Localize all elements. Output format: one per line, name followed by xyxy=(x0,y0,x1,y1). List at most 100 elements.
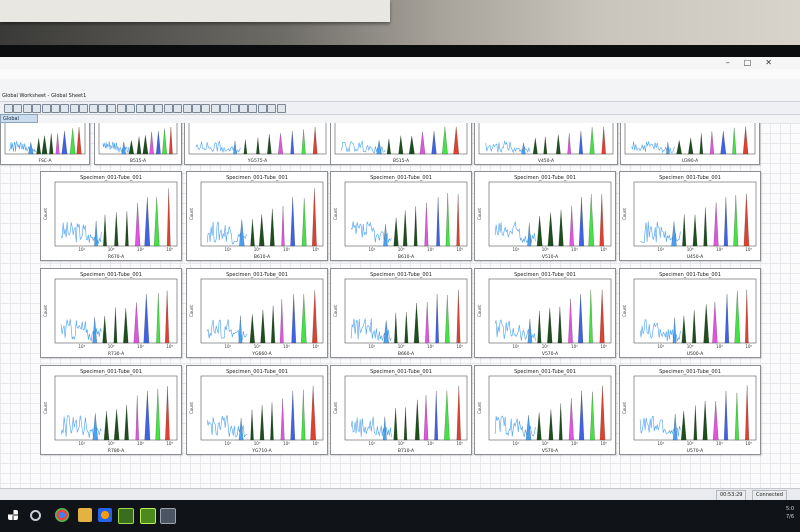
histogram-peak xyxy=(589,391,595,441)
histogram-plot[interactable]: 10² 10³ 10⁴ 10⁵ Count Specimen_001-Tube_001 B6… xyxy=(186,171,328,261)
toolbar-new-button[interactable] xyxy=(4,104,13,113)
histogram-plot-partial[interactable]: U390-A xyxy=(620,123,760,165)
toolbar-italic-button[interactable] xyxy=(229,104,239,113)
histogram-plot-partial[interactable]: V450-A xyxy=(474,123,618,165)
y-axis-label: Count xyxy=(333,402,338,414)
histogram-svg: 10² 10³ 10⁴ 10⁵ Count Specimen_001-Tube_001 YG… xyxy=(189,369,324,454)
toolbar-copy-button[interactable] xyxy=(51,104,60,113)
y-axis-label: Count xyxy=(622,208,627,220)
histogram-plot-partial[interactable]: B515-A xyxy=(94,123,182,165)
histogram-plot[interactable]: 10² 10³ 10⁴ 10⁵ Count Specimen_001-Tube_001 YG… xyxy=(186,365,328,455)
x-tick-label: 10⁵ xyxy=(600,441,607,446)
toolbar-grid-button[interactable] xyxy=(210,104,220,113)
app-icon[interactable] xyxy=(98,508,112,522)
toolbar-zoom-button[interactable] xyxy=(88,104,98,113)
toolbar-save-button[interactable] xyxy=(267,104,277,113)
histogram-plot[interactable]: 10² 10³ 10⁴ 10⁵ Count Specimen_001-Tube_001 V5… xyxy=(474,171,616,261)
y-axis-label: Count xyxy=(189,208,194,220)
histogram-plot[interactable]: 10² 10³ 10⁴ 10⁵ Count Specimen_001-Tube_001 YG… xyxy=(186,268,328,358)
minimize-button[interactable]: – xyxy=(726,58,744,67)
toolbar-align-button[interactable] xyxy=(239,104,248,113)
toolbar-undo-button[interactable] xyxy=(69,104,79,113)
x-tick-label: 10⁵ xyxy=(745,441,752,446)
histogram-plot[interactable]: 10² 10³ 10⁴ 10⁵ Count Specimen_001-Tube_001 U4… xyxy=(619,171,761,261)
histogram-plot[interactable]: 10² 10³ 10⁴ 10⁵ Count Specimen_001-Tube_001 V5… xyxy=(474,365,616,455)
toolbar-print-button[interactable] xyxy=(276,104,286,113)
histogram-plot[interactable]: 10² 10³ 10⁴ 10⁵ Count Specimen_001-Tube_001 B6… xyxy=(330,171,472,261)
toolbar-text-button[interactable] xyxy=(182,104,192,113)
toolbar-gate-quad-button[interactable] xyxy=(163,104,173,113)
histogram-peak xyxy=(243,139,248,155)
x-tick-label: 10³ xyxy=(542,344,549,349)
histogram-plot[interactable]: 10² 10³ 10⁴ 10⁵ Count Specimen_001-Tube_001 U5… xyxy=(619,268,761,358)
chrome-icon[interactable] xyxy=(55,508,69,522)
histogram-plot[interactable]: 10² 10³ 10⁴ 10⁵ Count Specimen_001-Tube_001 U5… xyxy=(619,365,761,455)
x-axis-label: U570-A xyxy=(687,448,704,454)
file-explorer-icon[interactable] xyxy=(78,508,92,522)
x-tick-label: 10⁵ xyxy=(745,247,752,252)
x-tick-label: 10³ xyxy=(687,344,694,349)
histogram-peak xyxy=(312,126,318,155)
histogram-peak xyxy=(434,390,439,441)
histogram-plot-partial[interactable]: YG575-A xyxy=(184,123,331,165)
maximize-button[interactable]: □ xyxy=(744,58,766,67)
toolbar-histogram-button[interactable] xyxy=(107,104,117,113)
toolbar-cut-button[interactable] xyxy=(41,104,51,113)
y-axis-label: Count xyxy=(189,305,194,317)
histogram-peak xyxy=(256,137,260,155)
histogram-peak xyxy=(156,131,161,155)
toolbar-snap-button[interactable] xyxy=(135,104,145,113)
histogram-peak xyxy=(291,294,297,344)
toolbar-arrow-button[interactable] xyxy=(192,104,201,113)
histogram-peak xyxy=(588,194,595,247)
toolbar-bold-button[interactable] xyxy=(220,104,230,113)
windows-start-icon[interactable] xyxy=(8,510,18,520)
histogram-plot[interactable]: 10² 10³ 10⁴ 10⁵ Count Specimen_001-Tube_001 B7… xyxy=(330,365,472,455)
histogram-peak xyxy=(548,409,554,441)
window-app-icon[interactable] xyxy=(160,508,176,524)
plot-title: Specimen_001-Tube_001 xyxy=(80,272,142,278)
toolbar-dot-plot-button[interactable] xyxy=(98,104,107,113)
x-tick-label: 10³ xyxy=(254,441,261,446)
toolbar-contour-button[interactable] xyxy=(116,104,126,113)
system-clock: 5:0 7/6 xyxy=(786,505,794,521)
x-axis-label: V570-A xyxy=(542,351,559,357)
tab-global-sheet1[interactable]: Global Sheet1 xyxy=(0,114,38,131)
histogram-peak xyxy=(537,311,542,344)
toolbar-new-button[interactable] xyxy=(248,104,258,113)
toolbar-gate-interval-button[interactable] xyxy=(173,104,183,113)
facsdiva-active-icon[interactable] xyxy=(140,508,156,524)
histogram-plot[interactable]: 10² 10³ 10⁴ 10⁵ Count Specimen_001-Tube_001 V5… xyxy=(474,268,616,358)
histogram-plot-partial[interactable]: FSC-A xyxy=(0,123,90,165)
toolbar-save-button[interactable] xyxy=(22,104,32,113)
toolbar-gate-rect-button[interactable] xyxy=(145,104,154,113)
histogram-peak xyxy=(125,211,129,247)
worksheet-canvas[interactable]: FSC-A B515-A YG575-A B515-A V450-A U390-A 10² 1… xyxy=(0,123,800,518)
histogram-plot[interactable]: 10² 10³ 10⁴ 10⁵ Count Specimen_001-Tube_001 R6… xyxy=(40,171,182,261)
plot-title: Specimen_001-Tube_001 xyxy=(659,369,721,375)
x-tick-label: 10⁵ xyxy=(166,247,173,252)
toolbar-open-button[interactable] xyxy=(13,104,23,113)
toolbar-print-button[interactable] xyxy=(32,104,42,113)
histogram-peak xyxy=(270,402,274,441)
toolbar-redo-button[interactable] xyxy=(79,104,89,113)
facsdiva-icon[interactable] xyxy=(118,508,134,524)
toolbar-open-button[interactable] xyxy=(257,104,267,113)
toolbar-pointer-button[interactable] xyxy=(201,104,211,113)
toolbar-paste-button[interactable] xyxy=(60,104,70,113)
histogram-plot[interactable]: 10² 10³ 10⁴ 10⁵ Count Specimen_001-Tube_001 R7… xyxy=(40,268,182,358)
histogram-peak xyxy=(724,293,730,344)
toolbar-gate-poly-button[interactable] xyxy=(154,104,164,113)
histogram-peak xyxy=(300,293,307,344)
histogram-plot-partial[interactable]: B515-A xyxy=(330,123,472,165)
close-button[interactable]: ✕ xyxy=(765,58,786,67)
toolbar-density-button[interactable] xyxy=(126,104,136,113)
x-axis-label: U390-A xyxy=(682,158,699,164)
monitor-screen: –□✕ Global Worksheet - Global Sheet1 Glo… xyxy=(0,57,800,532)
histogram-peak xyxy=(166,188,171,247)
search-icon[interactable] xyxy=(30,510,41,521)
histogram-plot[interactable]: 10² 10³ 10⁴ 10⁵ Count Specimen_001-Tube_001 R7… xyxy=(40,365,182,455)
histogram-peak xyxy=(693,405,698,441)
x-tick-label: 10² xyxy=(368,344,375,349)
histogram-plot[interactable]: 10² 10³ 10⁴ 10⁵ Count Specimen_001-Tube_001 B6… xyxy=(330,268,472,358)
